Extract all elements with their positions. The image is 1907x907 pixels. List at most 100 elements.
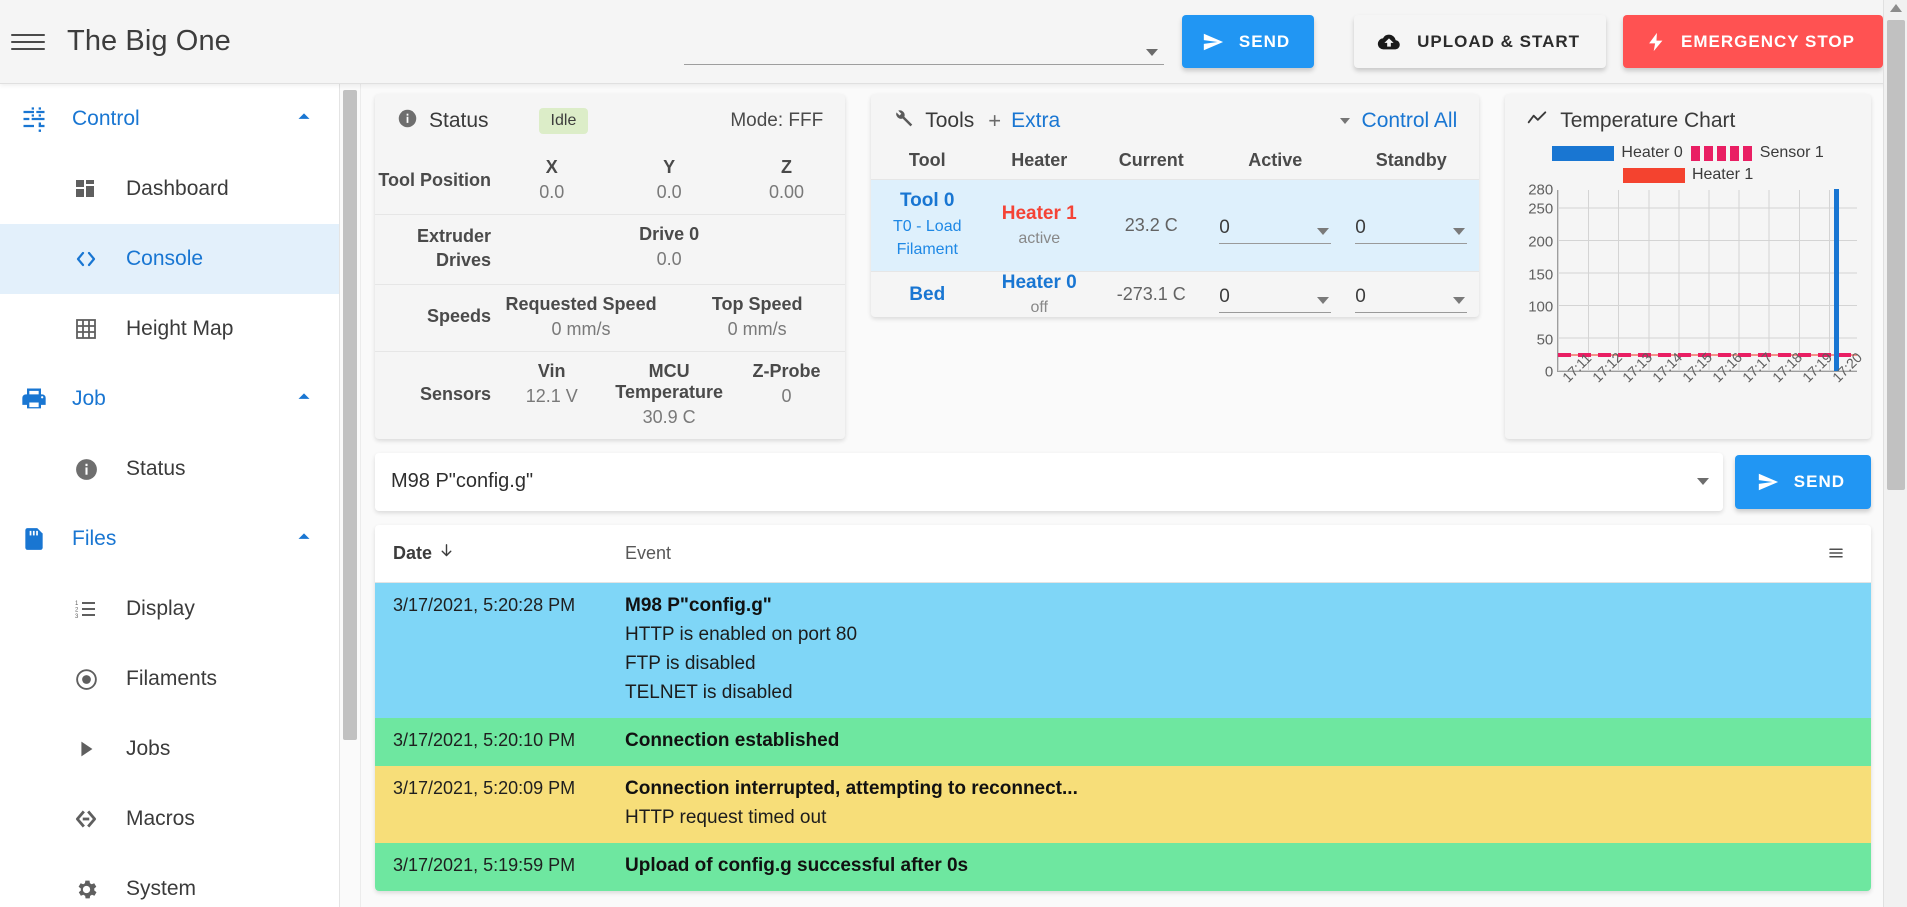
- command-row: M98 P"config.g" SEND: [362, 439, 1883, 511]
- sidebar-scrollbar[interactable]: [340, 84, 361, 907]
- sidebar-item-height-map-label: Height Map: [126, 317, 234, 340]
- sidebar-item-jobs[interactable]: Jobs: [0, 714, 339, 784]
- legend-label: Heater 1: [1691, 166, 1754, 183]
- sidebar-item-filaments-label: Filaments: [126, 667, 218, 690]
- lightning-bolt-icon: [1645, 30, 1667, 54]
- standby-temp-input[interactable]: 0: [1355, 208, 1468, 244]
- legend-item-heater-1[interactable]: Heater 1: [1622, 166, 1754, 184]
- active-temp-cell[interactable]: 0: [1207, 208, 1343, 244]
- legend-label: Heater 0: [1621, 144, 1683, 161]
- status-cell-header: Y: [663, 157, 676, 177]
- sidebar-group-control[interactable]: Control: [0, 84, 339, 154]
- page-scrollbar-thumb[interactable]: [1887, 20, 1905, 490]
- arrow-down-icon[interactable]: [438, 542, 455, 564]
- page-title: The Big One: [67, 25, 231, 57]
- tools-header-current: Current: [1118, 150, 1184, 170]
- log-table-row[interactable]: 3/17/2021, 5:20:09 PM Connection interru…: [375, 765, 1871, 843]
- tools-table-row[interactable]: Tool 0 T0 - Load Filament Heater 1 activ…: [871, 179, 1480, 272]
- sidebar-item-filaments[interactable]: Filaments: [0, 644, 339, 714]
- caret-down-icon[interactable]: [1339, 118, 1350, 124]
- control-all-link[interactable]: Control All: [1362, 109, 1458, 133]
- tools-header-heater: Heater: [1011, 150, 1068, 170]
- sidebar-item-dashboard[interactable]: Dashboard: [0, 154, 339, 224]
- chevron-up-icon[interactable]: [293, 386, 315, 413]
- emergency-stop-label: EMERGENCY STOP: [1681, 31, 1855, 51]
- standby-temp-input[interactable]: 0: [1355, 277, 1468, 313]
- tool-cell[interactable]: Tool 0 T0 - Load Filament: [871, 180, 983, 271]
- status-cell-header: Z: [781, 157, 793, 177]
- sidebar-item-height-map[interactable]: Height Map: [0, 294, 339, 364]
- tool-name[interactable]: Bed: [871, 284, 983, 306]
- legend-label: Sensor 1: [1759, 144, 1824, 161]
- active-temp-input[interactable]: 0: [1219, 277, 1332, 313]
- list-menu-icon[interactable]: [1801, 544, 1871, 562]
- legend-item-heater-0[interactable]: Heater 0: [1552, 144, 1683, 162]
- sidebar-group-job[interactable]: Job: [0, 364, 339, 434]
- send-button-top-label: SEND: [1238, 31, 1291, 51]
- temperature-chart-card: Temperature Chart Heater 0 Sensor 1 Heat…: [1505, 94, 1871, 439]
- tool-name[interactable]: Tool 0: [871, 190, 983, 212]
- log-table-row[interactable]: 3/17/2021, 5:19:59 PM Upload of config.g…: [375, 842, 1871, 891]
- gcode-command-input[interactable]: M98 P"config.g": [375, 452, 1723, 511]
- chevron-down-icon[interactable]: [1317, 296, 1330, 304]
- sd-card-icon: [8, 525, 60, 553]
- tools-table-row[interactable]: Bed Heater 0 off -273.1 C 0 0: [871, 271, 1480, 317]
- upload-and-start-button[interactable]: UPLOAD & START: [1354, 15, 1607, 68]
- sidebar-item-dashboard-label: Dashboard: [126, 177, 229, 200]
- sidebar-item-macros[interactable]: Macros: [0, 784, 339, 854]
- tool-cell[interactable]: Bed: [871, 274, 983, 316]
- tool-sublabel[interactable]: T0 - Load Filament: [871, 215, 983, 261]
- sidebar-group-files-label: Files: [72, 527, 117, 550]
- chevron-down-icon[interactable]: [1696, 478, 1709, 486]
- hamburger-menu-icon[interactable]: [11, 29, 45, 55]
- heater-name[interactable]: Heater 0: [983, 272, 1095, 294]
- add-tool-plus-icon[interactable]: +: [988, 108, 1001, 134]
- log-row-date: 3/17/2021, 5:20:28 PM: [393, 594, 576, 615]
- chevron-down-icon[interactable]: [1453, 296, 1466, 304]
- chevron-up-icon[interactable]: [293, 106, 315, 133]
- tools-card-header: Tools + Extra Control All: [871, 94, 1479, 148]
- radio-circle-icon: [62, 667, 110, 692]
- sidebar-item-display[interactable]: 123 Display: [0, 574, 339, 644]
- send-button-top[interactable]: SEND: [1181, 15, 1315, 68]
- sidebar-scrollbar-thumb[interactable]: [343, 90, 357, 740]
- extra-link[interactable]: Extra: [1011, 109, 1060, 133]
- send-command-button[interactable]: SEND: [1734, 454, 1871, 509]
- sidebar-item-system[interactable]: System: [0, 854, 339, 907]
- tools-table-header: Tool Heater Current Active Standby: [871, 148, 1479, 179]
- log-column-event[interactable]: Event: [625, 543, 1801, 564]
- heater-name[interactable]: Heater 1: [983, 203, 1095, 225]
- y-tick-150: 150: [1528, 266, 1554, 284]
- standby-temp-cell[interactable]: 0: [1343, 208, 1479, 244]
- scroll-up-arrow-icon[interactable]: [1890, 4, 1902, 12]
- sidebar-item-console[interactable]: Console: [0, 224, 339, 294]
- active-temp-value: 0: [1219, 285, 1230, 307]
- gcode-select[interactable]: [683, 19, 1164, 65]
- emergency-stop-button[interactable]: EMERGENCY STOP: [1623, 15, 1883, 68]
- main-content: Status Idle Mode: FFF Tool Position X 0.…: [362, 84, 1883, 907]
- status-cell-x: X 0.0: [493, 157, 610, 203]
- active-temp-cell[interactable]: 0: [1207, 277, 1343, 313]
- chevron-down-icon[interactable]: [1453, 227, 1466, 235]
- heater-cell[interactable]: Heater 0 off: [983, 272, 1095, 317]
- y-tick-100: 100: [1528, 298, 1554, 316]
- status-cell-header: Z-Probe: [752, 360, 821, 381]
- page-scrollbar[interactable]: [1883, 0, 1907, 907]
- status-cell-header: MCU Temperature: [615, 360, 723, 402]
- legend-item-sensor-1[interactable]: Sensor 1: [1690, 144, 1824, 162]
- tools-card-title: Tools: [925, 109, 975, 132]
- log-column-date[interactable]: Date: [375, 542, 625, 564]
- heater-cell[interactable]: Heater 1 active: [983, 203, 1095, 248]
- sidebar-item-jobs-label: Jobs: [126, 737, 171, 760]
- chevron-down-icon[interactable]: [1317, 227, 1330, 235]
- chevron-down-icon: [1145, 48, 1158, 56]
- active-temp-input[interactable]: 0: [1219, 208, 1332, 244]
- log-table-row[interactable]: 3/17/2021, 5:20:10 PM Connection establi…: [375, 717, 1871, 766]
- standby-temp-cell[interactable]: 0: [1343, 277, 1479, 313]
- temperature-chart-plot: 280 250 200 150 100 50 0 17:11 17:12 17:…: [1517, 182, 1865, 402]
- sidebar-item-status[interactable]: Status: [0, 434, 339, 504]
- chevron-up-icon[interactable]: [293, 526, 315, 553]
- log-table-row[interactable]: 3/17/2021, 5:20:28 PM M98 P"config.g" HT…: [375, 582, 1871, 718]
- active-temp-value: 0: [1219, 216, 1230, 238]
- sidebar-group-files[interactable]: Files: [0, 504, 339, 574]
